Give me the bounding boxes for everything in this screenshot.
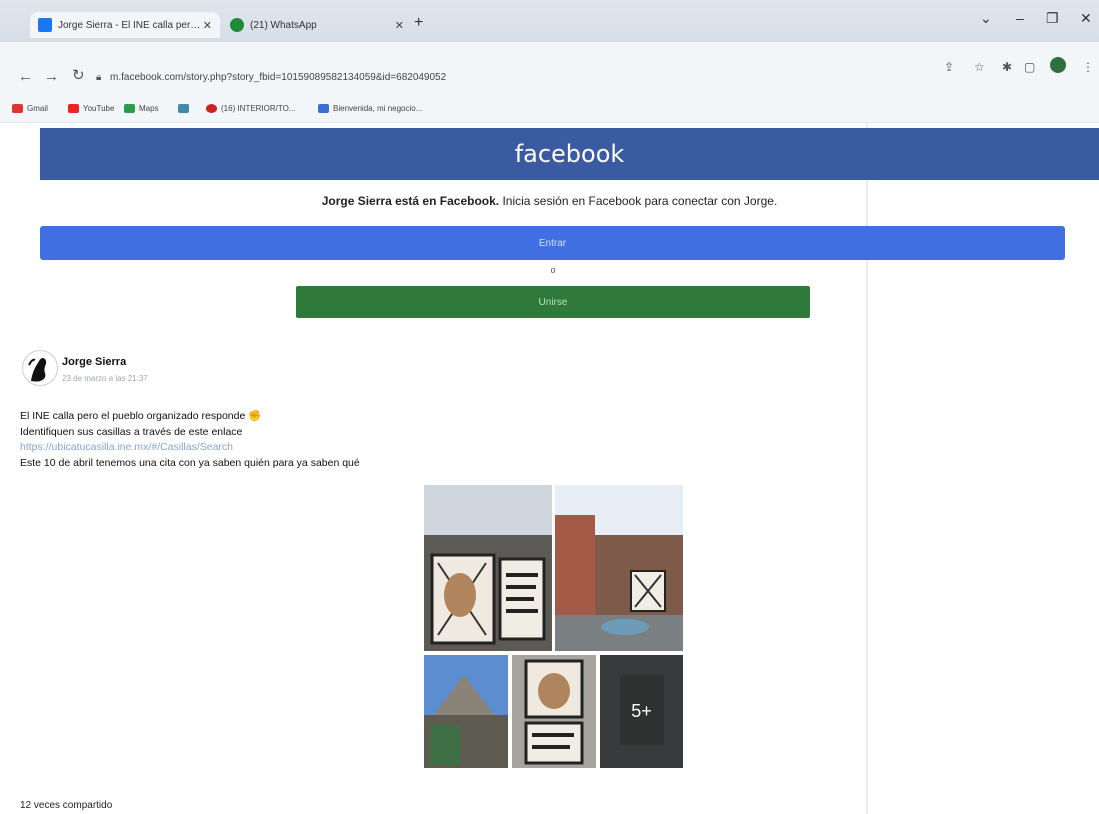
bookmark-gmail[interactable]: Gmail bbox=[12, 104, 48, 113]
bookmark-negocio[interactable]: Bienvenida, mi negocio... bbox=[318, 104, 422, 113]
post-line: Este 10 de abril tenemos una cita con ya… bbox=[20, 456, 360, 469]
bookmark-youtube[interactable]: YouTube bbox=[68, 104, 114, 113]
avatar-silhouette-icon bbox=[28, 358, 47, 382]
share-count[interactable]: 12 veces compartido bbox=[20, 800, 112, 811]
photo-4[interactable] bbox=[512, 655, 596, 768]
bookmark-star-icon[interactable]: ☆ bbox=[974, 60, 985, 74]
login-button[interactable]: Entrar bbox=[40, 226, 1065, 260]
address-bar-row bbox=[0, 42, 1099, 92]
menu-icon[interactable]: ⋮ bbox=[1082, 60, 1094, 74]
reload-icon[interactable]: ↻ bbox=[72, 66, 85, 84]
maximize-icon[interactable]: ❐ bbox=[1046, 10, 1059, 27]
facebook-header: facebook bbox=[40, 128, 1099, 180]
register-button[interactable]: Unirse bbox=[296, 286, 810, 318]
more-photos-label: 5+ bbox=[600, 655, 683, 768]
or-separator: o bbox=[550, 265, 556, 275]
business-icon bbox=[318, 104, 329, 113]
close-tab-icon[interactable]: ✕ bbox=[203, 19, 212, 32]
back-icon[interactable]: ← bbox=[18, 68, 33, 85]
photo-5-more[interactable]: 5+ bbox=[600, 655, 683, 768]
forward-icon[interactable]: → bbox=[44, 68, 59, 85]
join-prompt-text: Inicia sesión en Facebook para conectar … bbox=[499, 194, 778, 208]
author-avatar[interactable] bbox=[22, 350, 58, 386]
tab-facebook[interactable]: Jorge Sierra - El INE calla pero ... ✕ bbox=[30, 12, 220, 38]
extensions-icon[interactable]: ✱ bbox=[1002, 60, 1012, 74]
post-line: Identifiquen sus casillas a través de es… bbox=[20, 425, 243, 438]
tab-title: (21) WhatsApp bbox=[250, 19, 317, 31]
minimize-icon[interactable]: – bbox=[1016, 10, 1024, 26]
post-text: El INE calla pero el pueblo organizado r… bbox=[20, 409, 360, 471]
post-author[interactable]: Jorge Sierra bbox=[62, 356, 126, 368]
youtube-icon bbox=[68, 104, 79, 113]
bookmark-maps[interactable]: Maps bbox=[124, 104, 159, 113]
register-button-label: Unirse bbox=[538, 296, 568, 308]
bookmark-icon bbox=[178, 104, 189, 113]
join-prompt: Jorge Sierra está en Facebook. Inicia se… bbox=[0, 194, 1099, 208]
photo-1[interactable] bbox=[424, 485, 552, 651]
login-button-label: Entrar bbox=[538, 237, 567, 249]
join-prompt-name: Jorge Sierra está en Facebook. bbox=[321, 194, 500, 208]
bookmark-generic[interactable] bbox=[178, 104, 193, 113]
bookmark-interior[interactable]: (16) INTERIOR/TO... bbox=[206, 104, 296, 113]
new-tab-icon[interactable]: + bbox=[414, 14, 423, 32]
photo-grid: 5+ bbox=[424, 485, 683, 768]
maps-icon bbox=[124, 104, 135, 113]
post-link[interactable]: https://ubicatucasilla.ine.mx/#/Casillas… bbox=[20, 440, 360, 456]
lock-icon[interactable]: 🔒︎ bbox=[96, 72, 101, 83]
bookmarks-bar bbox=[0, 92, 1099, 123]
post-line: El INE calla pero el pueblo organizado r… bbox=[20, 410, 262, 422]
sidepanel-icon[interactable]: ▢ bbox=[1024, 60, 1035, 74]
share-icon[interactable]: ⇪ bbox=[944, 60, 954, 74]
tab-search-chevron-icon[interactable]: ⌄ bbox=[980, 10, 992, 27]
photo-2[interactable] bbox=[555, 485, 683, 651]
gmail-icon bbox=[12, 104, 23, 113]
tab-whatsapp[interactable]: (21) WhatsApp ✕ bbox=[222, 12, 412, 38]
facebook-logo[interactable]: facebook bbox=[515, 140, 625, 168]
post-timestamp[interactable]: 23 de marzo a las 21:37 bbox=[62, 374, 148, 383]
profile-avatar[interactable] bbox=[1050, 57, 1066, 73]
url-field[interactable]: m.facebook.com/story.php?story_fbid=1015… bbox=[110, 72, 446, 83]
photo-3[interactable] bbox=[424, 655, 508, 768]
close-window-icon[interactable]: ✕ bbox=[1080, 10, 1092, 27]
whatsapp-favicon-icon bbox=[230, 18, 244, 32]
close-tab-icon[interactable]: ✕ bbox=[395, 19, 404, 32]
record-icon bbox=[206, 104, 217, 113]
tab-title: Jorge Sierra - El INE calla pero ... bbox=[58, 19, 203, 31]
facebook-favicon-icon bbox=[38, 18, 52, 32]
